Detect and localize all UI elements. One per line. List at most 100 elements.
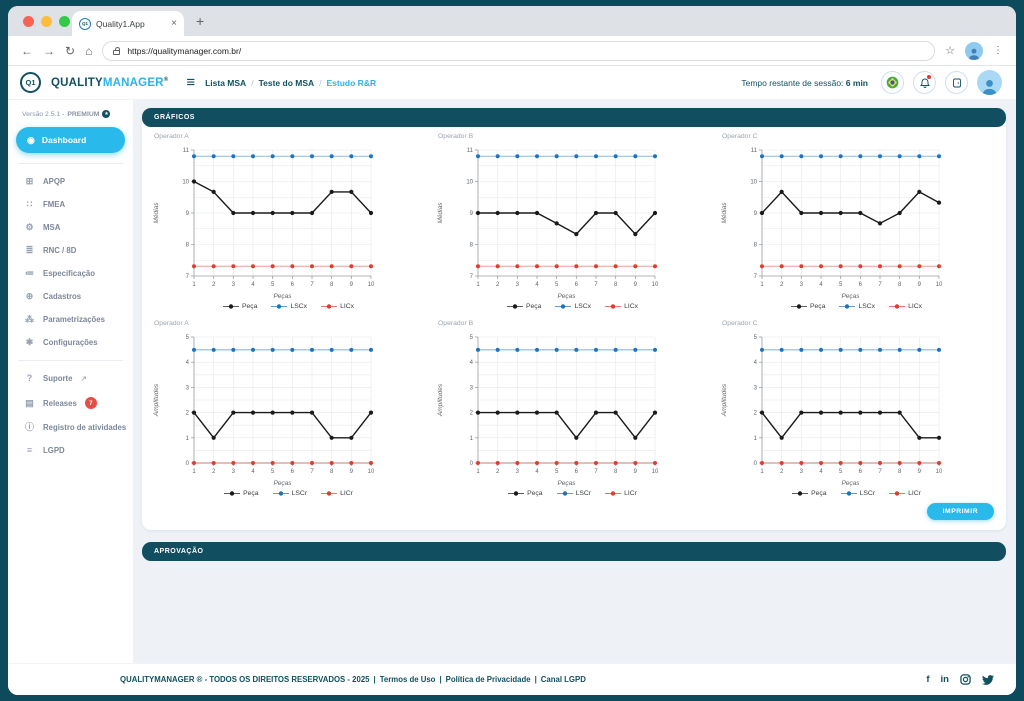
sidebar-item-suporte[interactable]: ?Suporte↗ — [8, 367, 133, 390]
twitter-icon[interactable] — [982, 674, 994, 686]
legend-item: LSCr — [557, 490, 592, 497]
premium-badge-icon: ★ — [102, 110, 110, 118]
sidebar-item-configura-es[interactable]: ✱Configurações — [8, 331, 133, 354]
chart-legend: PeçaLSCxLICx — [148, 303, 429, 310]
svg-text:2: 2 — [754, 411, 758, 417]
legend-marker-icon — [508, 490, 524, 497]
sidebar-item-parametriza-es[interactable]: ⁂Parametrizações — [8, 308, 133, 331]
svg-text:5: 5 — [470, 335, 474, 341]
sidebar-item-fmea[interactable]: ∷FMEA — [8, 193, 133, 216]
new-tab-button[interactable]: + — [196, 14, 204, 28]
breadcrumb-item[interactable]: Lista MSA — [205, 78, 246, 88]
external-link-icon: ↗ — [80, 374, 86, 383]
svg-text:4: 4 — [754, 360, 758, 366]
print-button[interactable]: IMPRIMIR — [927, 503, 994, 520]
close-window-button[interactable] — [23, 16, 34, 27]
sidebar-item-dashboard[interactable]: ◉ Dashboard — [16, 127, 125, 153]
svg-text:Médias: Médias — [437, 202, 444, 224]
browser-menu-icon[interactable]: ⋮ — [993, 45, 1003, 56]
chart-operator-label: Operador B — [438, 320, 716, 327]
svg-text:2: 2 — [780, 469, 784, 475]
footer-link[interactable]: Termos de Uso — [380, 675, 436, 684]
legend-item: LICr — [889, 490, 921, 497]
browser-tab[interactable]: Q1 Quality1.App × — [72, 11, 184, 36]
legend-item: LSCx — [839, 303, 875, 310]
svg-text:10: 10 — [182, 180, 189, 186]
svg-text:7: 7 — [594, 282, 598, 288]
language-brazil-flag-icon[interactable] — [881, 71, 904, 94]
graphs-section-header: GRÁFICOS — [142, 108, 1006, 127]
logout-icon[interactable] — [945, 71, 968, 94]
tab-close-icon[interactable]: × — [171, 18, 177, 29]
sidebar-item-apqp[interactable]: ⊞APQP — [8, 170, 133, 193]
forward-icon[interactable]: → — [43, 45, 55, 57]
svg-text:6: 6 — [575, 282, 579, 288]
sidebar-item-registro-de-atividades[interactable]: ⓘRegistro de atividades — [8, 416, 133, 439]
legend-item: LSCx — [555, 303, 591, 310]
notifications-bell-icon[interactable] — [913, 71, 936, 94]
footer-link[interactable]: Política de Privacidade — [446, 675, 531, 684]
svg-text:0: 0 — [186, 461, 190, 467]
facebook-icon[interactable]: f — [926, 674, 929, 685]
svg-text:Médias: Médias — [153, 202, 160, 224]
breadcrumb-item[interactable]: Estudo R&R — [327, 78, 377, 88]
print-row: IMPRIMIR — [142, 497, 1006, 530]
chart-block-operador-a-médias: Operador A789101112345678910PeçasMédiasP… — [148, 129, 432, 310]
svg-text:7: 7 — [470, 274, 474, 280]
svg-text:9: 9 — [470, 211, 474, 217]
svg-text:Amplitudes: Amplitudes — [721, 383, 728, 417]
legend-marker-icon — [273, 490, 289, 497]
maximize-window-button[interactable] — [59, 16, 70, 27]
svg-text:Amplitudes: Amplitudes — [153, 383, 160, 417]
chart-legend: PeçaLSCxLICx — [432, 303, 713, 310]
sidebar-item-especifica-o[interactable]: ≔Especificação — [8, 262, 133, 285]
svg-text:1: 1 — [186, 436, 190, 442]
legend-marker-icon — [555, 303, 571, 310]
legend-label: LSCr — [292, 490, 308, 497]
url-text[interactable]: https://qualitymanager.com.br/ — [127, 46, 241, 56]
sidebar-item-label: APQP — [43, 177, 65, 186]
chart-legend: PeçaLSCrLICr — [432, 490, 713, 497]
svg-text:Peças: Peças — [273, 293, 292, 300]
legend-label: LICr — [908, 490, 921, 497]
sidebar-item-msa[interactable]: ⚙MSA — [8, 216, 133, 239]
legend-label: Peça — [811, 490, 827, 497]
chart-operator-label: Operador C — [722, 320, 1000, 327]
chart-block-operador-b-médias: Operador B789101112345678910PeçasMédiasP… — [432, 129, 716, 310]
bookmark-icon[interactable]: ☆ — [945, 44, 955, 57]
sidebar-item-label: Cadastros — [43, 292, 81, 301]
app-footer: QUALITYMANAGER ® - TODOS OS DIREITOS RES… — [8, 663, 1016, 695]
svg-text:8: 8 — [898, 282, 902, 288]
legend-label: Peça — [527, 490, 543, 497]
svg-text:3: 3 — [800, 282, 804, 288]
reload-icon[interactable]: ↻ — [65, 45, 75, 57]
svg-text:1: 1 — [192, 282, 196, 288]
instagram-icon[interactable] — [960, 674, 971, 685]
svg-text:3: 3 — [516, 469, 520, 475]
sidebar-item-cadastros[interactable]: ⊕Cadastros — [8, 285, 133, 308]
home-icon[interactable]: ⌂ — [85, 45, 92, 57]
tab-title: Quality1.App — [96, 19, 166, 29]
svg-text:2: 2 — [186, 411, 190, 417]
svg-text:Amplitudes: Amplitudes — [437, 383, 444, 417]
breadcrumb-item[interactable]: Teste do MSA — [259, 78, 315, 88]
sidebar-item-rnc-8d[interactable]: ≣RNC / 8D — [8, 239, 133, 262]
user-avatar[interactable] — [977, 70, 1002, 95]
legend-label: LSCx — [290, 303, 307, 310]
linkedin-icon[interactable]: in — [941, 674, 949, 685]
back-icon[interactable]: ← — [21, 45, 33, 57]
svg-text:10: 10 — [368, 282, 375, 288]
address-bar[interactable]: https://qualitymanager.com.br/ — [102, 41, 935, 61]
minimize-window-button[interactable] — [41, 16, 52, 27]
person-icon — [980, 78, 999, 95]
browser-profile-avatar[interactable] — [965, 42, 983, 60]
breadcrumb-separator: / — [319, 78, 321, 88]
sidebar-item-lgpd[interactable]: ≡LGPD — [8, 439, 133, 462]
chart-block-operador-b-amplitudes: Operador B01234512345678910PeçasAmplitud… — [432, 316, 716, 497]
lock-icon — [113, 50, 120, 55]
hamburger-menu-icon[interactable]: ≡ — [186, 75, 195, 90]
especificacao-icon: ≔ — [24, 269, 35, 278]
legend-marker-icon — [889, 303, 905, 310]
sidebar-item-releases[interactable]: ▤Releases7 — [8, 390, 133, 416]
footer-link[interactable]: Canal LGPD — [541, 675, 586, 684]
